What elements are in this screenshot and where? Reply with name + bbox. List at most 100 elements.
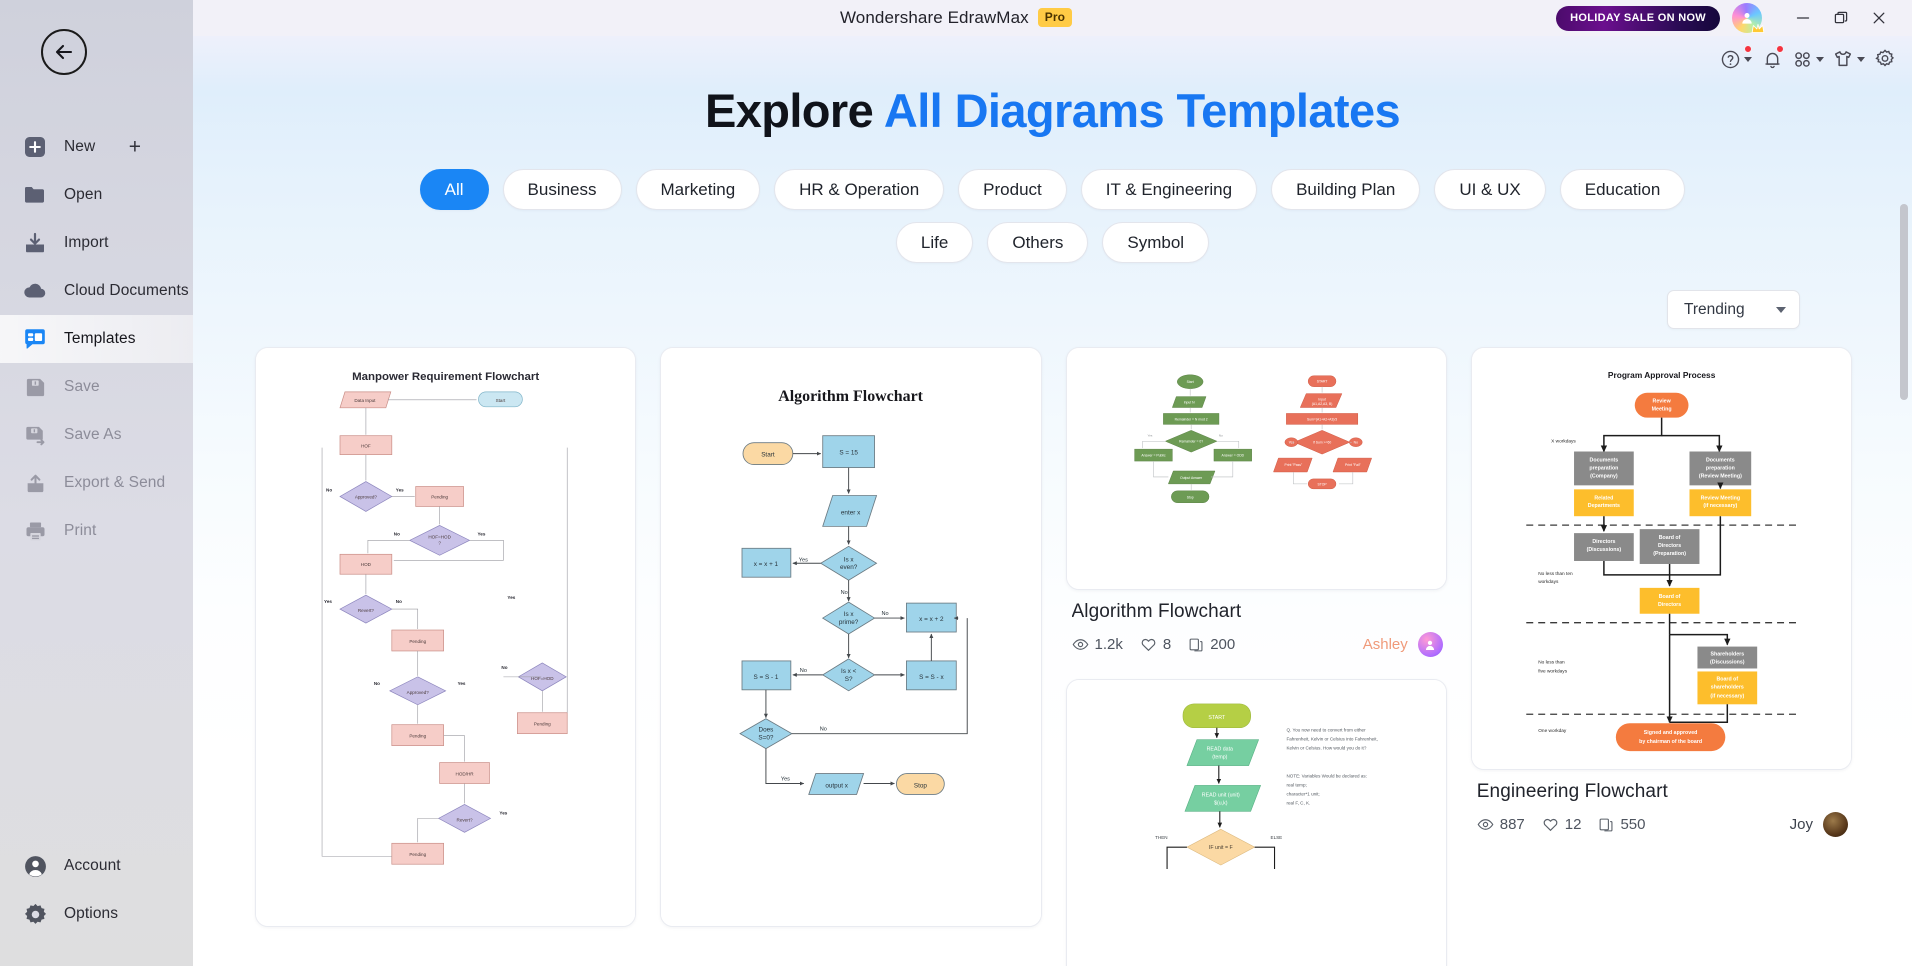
sidebar-item-save-as[interactable]: Save As xyxy=(0,411,193,459)
sidebar-item-import[interactable]: Import xyxy=(0,219,193,267)
svg-text:Signed and approved: Signed and approved xyxy=(1644,731,1698,737)
sidebar-item-label: Open xyxy=(64,186,103,203)
avatar-person-icon xyxy=(1426,641,1435,651)
sidebar-item-label: Options xyxy=(64,905,119,922)
template-card-manpower[interactable]: .mpT{font:bold 11.5px "Liberation Sans",… xyxy=(255,347,637,928)
sidebar-item-templates[interactable]: Templates xyxy=(0,315,193,363)
theme-button[interactable] xyxy=(1829,42,1868,76)
sort-bar: Trending xyxy=(193,290,1912,330)
svg-text:Directors: Directors xyxy=(1592,539,1615,545)
svg-text:Yes: Yes xyxy=(324,599,332,604)
svg-text:Board of: Board of xyxy=(1716,677,1738,683)
svg-text:STOP: STOP xyxy=(1317,483,1327,487)
main-area: Wondershare EdrawMax Pro HOLIDAY SALE ON … xyxy=(193,0,1912,966)
svg-text:Yes: Yes xyxy=(781,777,790,783)
toolbar xyxy=(1717,42,1900,76)
svg-text:No: No xyxy=(820,727,827,733)
svg-text:Directors: Directors xyxy=(1658,543,1681,549)
chevron-down-icon[interactable] xyxy=(1857,56,1865,62)
filter-chip-others[interactable]: Others xyxy=(987,222,1089,264)
save-as-icon xyxy=(22,422,48,448)
user-avatar[interactable] xyxy=(1732,3,1765,33)
chevron-down-icon[interactable] xyxy=(1744,56,1752,62)
svg-text:Stop: Stop xyxy=(1186,496,1193,500)
svg-text:HOD/HR: HOD/HR xyxy=(456,772,475,777)
apps-button[interactable] xyxy=(1789,42,1827,76)
svg-text:Is x <: Is x < xyxy=(841,668,857,675)
svg-text:Revert?: Revert? xyxy=(358,608,374,613)
scrollbar-track[interactable] xyxy=(1900,92,1908,882)
filter-chip-education[interactable]: Education xyxy=(1559,169,1686,211)
template-author[interactable]: Joy xyxy=(1789,812,1848,838)
svg-text:IF unit = F: IF unit = F xyxy=(1208,846,1232,852)
templates-content: Explore All Diagrams Templates All Busin… xyxy=(193,36,1912,966)
template-thumbnail: .gN{fill:#6d9b54;stroke:#5b8346;stroke-w… xyxy=(1066,348,1446,590)
sidebar-item-open[interactable]: Open xyxy=(0,171,193,219)
svg-text:S?: S? xyxy=(845,676,853,683)
notification-dot xyxy=(1776,45,1784,53)
filter-chip-marketing[interactable]: Marketing xyxy=(635,169,761,211)
filter-chip-life[interactable]: Life xyxy=(895,222,974,264)
template-stats: 1.2k 8 200 Ashley xyxy=(1072,632,1443,658)
svg-text:shareholders: shareholders xyxy=(1711,685,1744,691)
scrollbar-thumb[interactable] xyxy=(1900,204,1908,400)
sidebar-item-export-send[interactable]: Export & Send xyxy=(0,459,193,507)
sidebar: New + Open Import Cloud Documents Templa… xyxy=(0,0,193,966)
crown-badge-icon xyxy=(1751,23,1765,33)
back-button[interactable] xyxy=(41,29,87,75)
template-card-algorithm-large[interactable]: .agT{font:bold 16px "Liberation Serif",s… xyxy=(660,347,1042,928)
filter-chip-symbol[interactable]: Symbol xyxy=(1102,222,1210,264)
template-card-engineering[interactable]: .paT{font:bold 8.4px "Liberation Sans",s… xyxy=(1470,347,1852,771)
chevron-down-icon[interactable] xyxy=(1816,56,1824,62)
category-filters: All Business Marketing HR & Operation Pr… xyxy=(193,169,1912,264)
svg-text:Yes: Yes xyxy=(396,488,404,493)
template-card-algorithm-flowchart[interactable]: .gN{fill:#6d9b54;stroke:#5b8346;stroke-w… xyxy=(1065,347,1447,591)
template-title[interactable]: Engineering Flowchart xyxy=(1477,781,1848,803)
close-button[interactable] xyxy=(1860,0,1898,36)
copies-stat: 550 xyxy=(1598,816,1646,833)
svg-text:S=0?: S=0? xyxy=(759,735,774,742)
filter-chip-ui-ux[interactable]: UI & UX xyxy=(1434,169,1546,211)
svg-text:preparation: preparation xyxy=(1706,466,1735,472)
minimize-button[interactable] xyxy=(1784,0,1822,36)
filter-chip-hr-operation[interactable]: HR & Operation xyxy=(774,169,945,211)
sidebar-item-save[interactable]: Save xyxy=(0,363,193,411)
sidebar-item-options[interactable]: Options xyxy=(0,890,193,938)
sidebar-item-account[interactable]: Account xyxy=(0,842,193,890)
filter-chip-business[interactable]: Business xyxy=(502,169,622,211)
filter-chip-all[interactable]: All xyxy=(419,169,489,211)
author-name: Joy xyxy=(1789,816,1813,834)
views-count: 887 xyxy=(1499,816,1525,834)
notifications-button[interactable] xyxy=(1757,42,1787,76)
filter-chip-product[interactable]: Product xyxy=(958,169,1067,211)
svg-text:Yes: Yes xyxy=(499,811,507,816)
template-author[interactable]: Ashley xyxy=(1363,632,1443,658)
sidebar-item-print[interactable]: Print xyxy=(0,507,193,555)
svg-text:Yes: Yes xyxy=(799,558,808,564)
save-icon xyxy=(22,374,48,400)
holiday-sale-badge[interactable]: HOLIDAY SALE ON NOW xyxy=(1556,5,1720,31)
sidebar-item-cloud-documents[interactable]: Cloud Documents xyxy=(0,267,193,315)
help-button[interactable] xyxy=(1717,42,1755,76)
maximize-restore-button[interactable] xyxy=(1822,0,1860,36)
svg-text:(Company): (Company) xyxy=(1590,474,1618,480)
svg-text:Yes: Yes xyxy=(1288,441,1294,445)
template-card-meta: Engineering Flowchart 887 12 550 Joy xyxy=(1471,770,1852,838)
template-item-engineering: .paT{font:bold 8.4px "Liberation Sans",s… xyxy=(1470,347,1852,838)
sort-select[interactable]: Trending xyxy=(1667,290,1800,330)
settings-button[interactable] xyxy=(1870,42,1900,76)
svg-text:x = x + 2: x = x + 2 xyxy=(919,616,944,623)
filter-chip-building-plan[interactable]: Building Plan xyxy=(1271,169,1421,211)
svg-text:If Sum >=60: If Sum >=60 xyxy=(1312,441,1330,445)
thumb-title: Algorithm Flowchart xyxy=(779,388,924,405)
template-card-temperature-conversion[interactable]: .tcS{fill:#b5cf45;stroke:#9ab63a;stroke-… xyxy=(1065,679,1447,966)
page-title-part1: Explore xyxy=(704,84,884,137)
template-title[interactable]: Algorithm Flowchart xyxy=(1072,601,1443,623)
filter-chip-it-engineering[interactable]: IT & Engineering xyxy=(1080,169,1258,211)
print-icon xyxy=(22,518,48,544)
add-new-icon[interactable]: + xyxy=(129,137,141,158)
sidebar-item-label: Save As xyxy=(64,426,122,443)
views-count: 1.2k xyxy=(1094,636,1123,654)
svg-text:Documents: Documents xyxy=(1589,458,1618,464)
sidebar-item-new[interactable]: New + xyxy=(0,123,193,171)
